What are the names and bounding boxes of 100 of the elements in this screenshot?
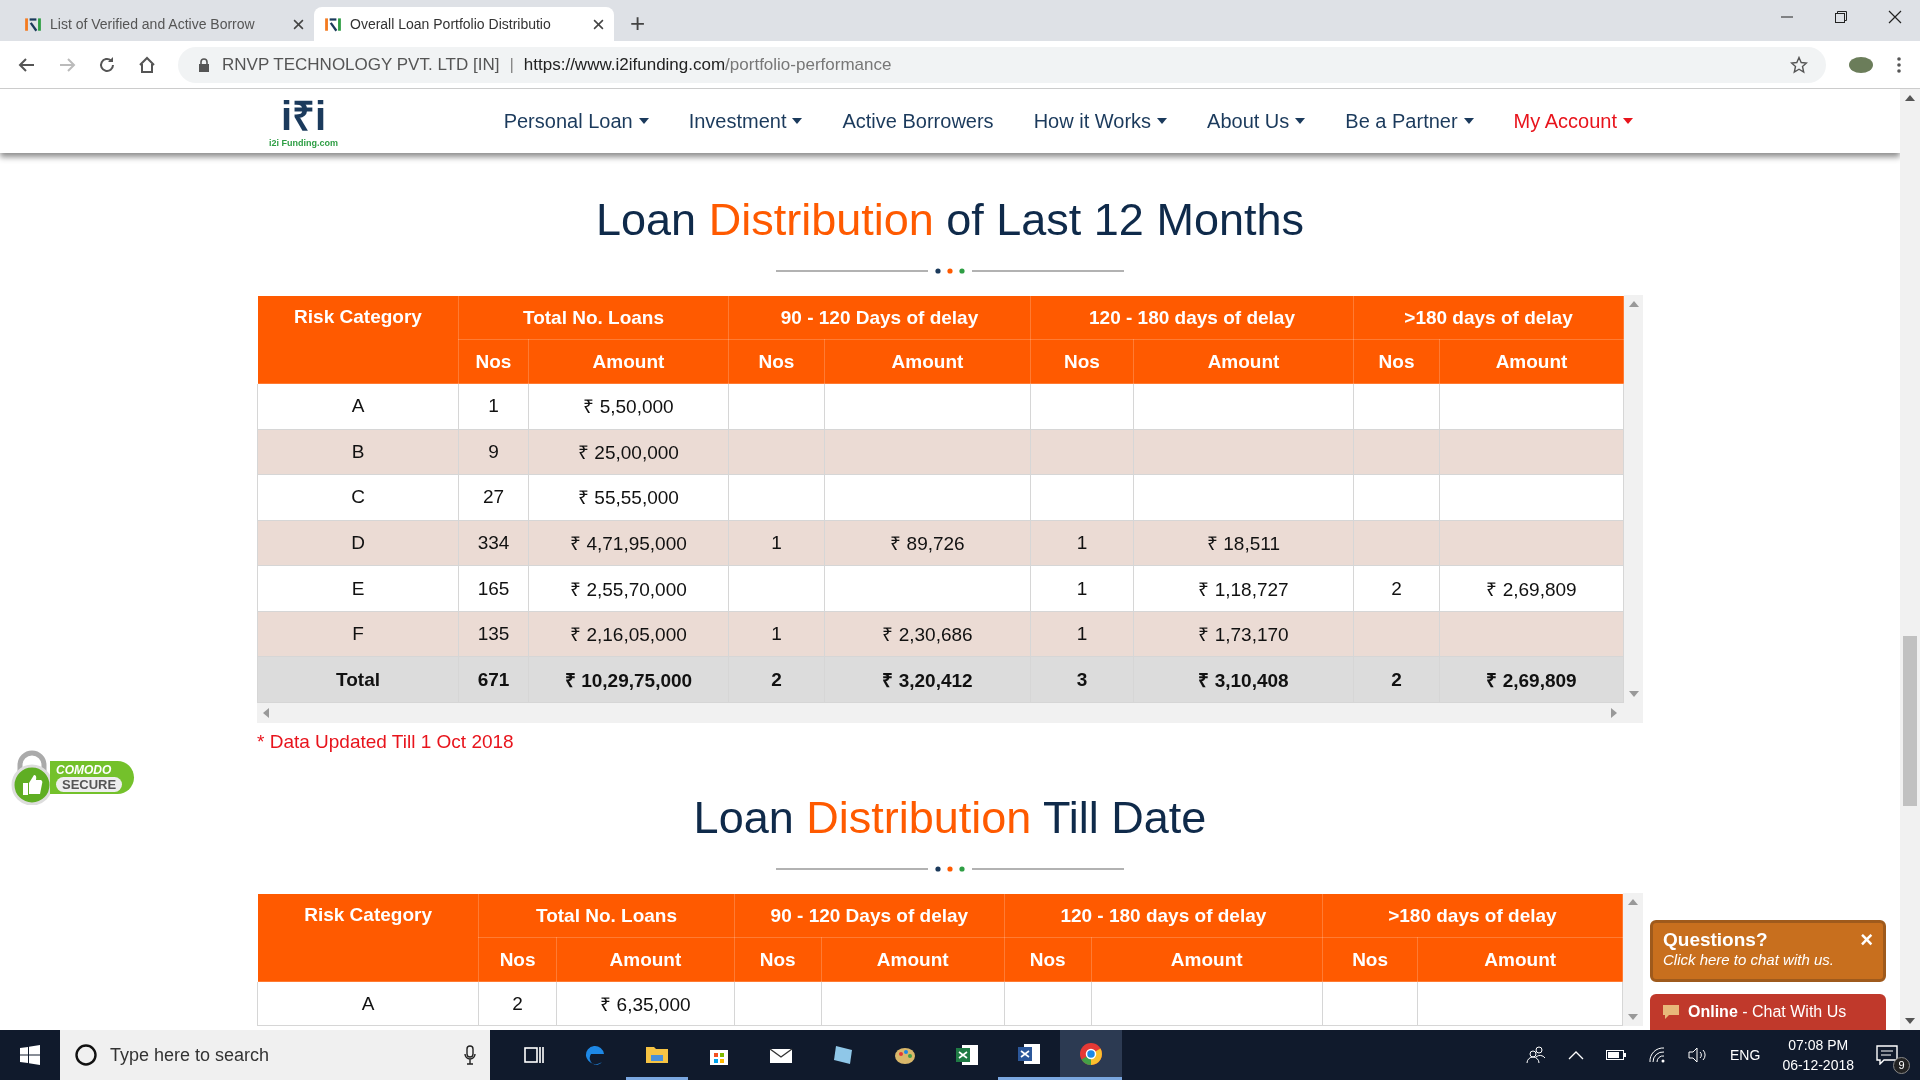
column-header: Nos xyxy=(1322,937,1418,982)
browser-tab[interactable]: Overall Loan Portfolio Distributio xyxy=(314,7,614,41)
column-header: Nos xyxy=(734,937,821,982)
nav-menu-item[interactable]: How it Works xyxy=(1033,109,1168,133)
nav-menu-item[interactable]: Personal Loan xyxy=(503,109,649,133)
profile-avatar-icon[interactable] xyxy=(1848,55,1874,74)
search-placeholder: Type here to search xyxy=(110,1044,271,1066)
table-cell: Total xyxy=(336,668,380,690)
nav-menu-item[interactable]: Investment xyxy=(688,109,803,133)
table-cell: ₹ 55,55,000 xyxy=(578,487,679,509)
table-cell: 2 xyxy=(512,992,523,1014)
caret-icon xyxy=(1157,118,1168,124)
section-title: Loan Distribution Till Date xyxy=(693,791,1207,845)
new-tab-button[interactable]: + xyxy=(630,9,646,37)
column-header: Amount xyxy=(1133,339,1354,384)
table-cell: C xyxy=(351,486,365,508)
close-button[interactable]: × xyxy=(1860,930,1873,950)
speaker-icon[interactable] xyxy=(1688,1047,1709,1063)
table-cell: ₹ 4,71,95,000 xyxy=(570,532,687,554)
nav-menu-item[interactable]: Active Borrowers xyxy=(842,109,994,133)
table-cell: ₹ 3,10,408 xyxy=(1198,669,1289,691)
column-header: Nos xyxy=(1030,339,1134,384)
table-cell: 1 xyxy=(1076,531,1088,553)
people-icon[interactable] xyxy=(1526,1046,1547,1064)
close-icon[interactable] xyxy=(293,18,304,30)
browser-tab[interactable]: List of Verified and Active Borrow xyxy=(14,7,314,41)
table-cell: ₹ 10,29,75,000 xyxy=(564,669,693,691)
speech-bubble-icon xyxy=(1662,1004,1680,1020)
scroll-down-icon[interactable] xyxy=(1905,1018,1915,1024)
chevron-up-icon[interactable] xyxy=(1568,1050,1585,1060)
table-cell: ₹ 2,69,809 xyxy=(1486,578,1577,600)
nav-menu-item[interactable]: About Us xyxy=(1207,109,1306,133)
column-header: 120 - 180 days of delay xyxy=(1004,893,1323,938)
caret-icon xyxy=(1463,118,1474,124)
table-cell: B xyxy=(351,440,365,462)
column-header: Total No. Loans xyxy=(458,295,729,340)
column-header: Nos xyxy=(1353,339,1440,384)
taskbar-search-field[interactable]: Type here to search xyxy=(60,1030,490,1080)
table-cell: D xyxy=(351,531,365,553)
nav-menu-item[interactable]: My Account xyxy=(1513,109,1633,133)
secure-seal-badge[interactable]: COMODO SECURE xyxy=(10,749,135,805)
table-cell: 671 xyxy=(477,668,510,690)
table-cell: A xyxy=(351,395,365,417)
chrome-app-icon[interactable] xyxy=(1060,1030,1122,1080)
table-cell: 165 xyxy=(477,577,510,599)
column-header: Amount xyxy=(821,937,1005,982)
search-icon xyxy=(74,1043,98,1067)
reload-icon[interactable] xyxy=(98,55,116,74)
chat-prompt-panel[interactable]: Questions? × Click here to chat with us. xyxy=(1650,920,1886,982)
address-field[interactable]: RNVP TECHNOLOGY PVT. LTD [IN] | https://www.i2ifunding.com/portfolio-performance xyxy=(178,46,1826,83)
table-cell: 334 xyxy=(477,531,510,553)
lock-icon xyxy=(198,57,210,72)
table-cell: 1 xyxy=(1076,623,1088,645)
scrollbar-thumb[interactable] xyxy=(1903,636,1917,806)
close-icon[interactable] xyxy=(1888,10,1902,24)
chat-subtitle: Click here to chat with us. xyxy=(1663,951,1834,968)
tab-title: Overall Loan Portfolio Distributio xyxy=(350,16,552,32)
column-header: Nos xyxy=(478,937,557,982)
table-cell: F xyxy=(352,623,364,645)
microphone-icon[interactable] xyxy=(464,1045,476,1065)
table-cell: 2 xyxy=(771,668,782,690)
home-icon[interactable] xyxy=(138,55,156,74)
caret-icon xyxy=(1623,118,1633,124)
table-cell: ₹ 18,511 xyxy=(1207,532,1280,554)
language-indicator[interactable]: ENG xyxy=(1730,1047,1761,1063)
column-header: Amount xyxy=(824,339,1031,384)
site-favicon-icon xyxy=(324,15,342,33)
close-icon[interactable] xyxy=(593,18,604,30)
wifi-icon[interactable] xyxy=(1648,1047,1667,1063)
nav-menu-item[interactable]: Be a Partner xyxy=(1345,109,1474,133)
table-cell: ₹ 2,30,686 xyxy=(882,624,973,646)
clock[interactable]: 07:08 PM 06-12-2018 xyxy=(1782,1035,1854,1075)
start-windows-icon[interactable] xyxy=(20,1045,40,1065)
table-cell: 135 xyxy=(477,623,510,645)
column-header: Total No. Loans xyxy=(478,893,735,938)
restore-icon[interactable] xyxy=(1834,10,1848,24)
table-cell: ₹ 6,35,000 xyxy=(600,993,691,1015)
scroll-up-icon[interactable] xyxy=(1905,95,1915,101)
site-logo[interactable]: i₹i i2i Funding.com xyxy=(267,94,340,148)
table-cell: ₹ 5,50,000 xyxy=(583,396,674,418)
table-cell: 27 xyxy=(482,486,505,508)
back-icon[interactable] xyxy=(18,55,36,74)
bookmark-star-icon[interactable] xyxy=(1790,55,1808,74)
column-header: Nos xyxy=(1004,937,1092,982)
column-header: Amount xyxy=(1417,937,1623,982)
table-cell: 9 xyxy=(488,440,499,462)
battery-icon[interactable] xyxy=(1606,1049,1627,1061)
table-cell: ₹ 2,55,70,000 xyxy=(570,578,687,600)
table-cell: 1 xyxy=(771,623,782,645)
column-header: Risk Category xyxy=(257,295,459,384)
table-cell: 1 xyxy=(771,531,782,553)
page-scrollbar[interactable] xyxy=(1900,89,1920,1030)
column-header: 90 - 120 Days of delay xyxy=(734,893,1005,938)
chat-button[interactable]: Online - Chat With Us xyxy=(1650,994,1886,1030)
table-cell: ₹ 1,73,170 xyxy=(1198,624,1289,646)
menu-icon[interactable] xyxy=(1896,55,1902,74)
column-header: >180 days of delay xyxy=(1322,893,1623,938)
column-header: Nos xyxy=(458,339,529,384)
table-cell: 1 xyxy=(1076,577,1088,599)
column-header: Amount xyxy=(528,339,729,384)
